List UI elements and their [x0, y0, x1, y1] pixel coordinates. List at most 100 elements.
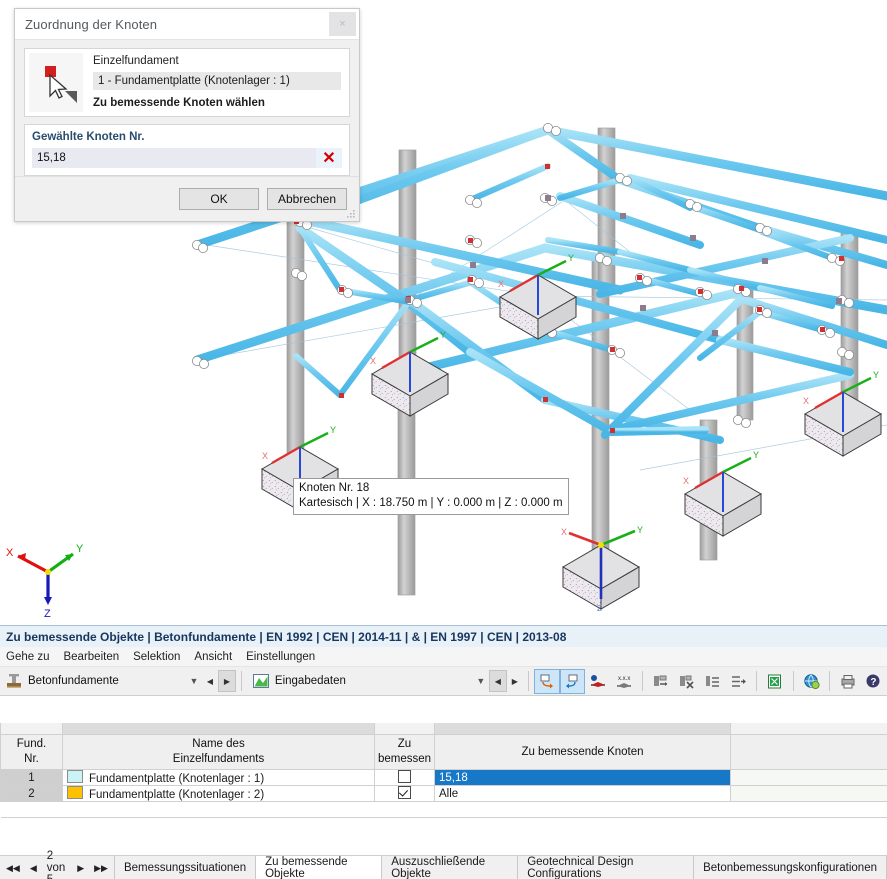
- band-cell-3: [434, 723, 731, 735]
- svg-text:Y: Y: [873, 370, 879, 380]
- panel-toolbar[interactable]: Betonfundamente ▼ ◀ ▶ Eingabedaten ▼ ◀ ▶: [0, 667, 887, 696]
- insert-after-icon[interactable]: [725, 669, 751, 694]
- design-objects-panel: Zu bemessende Objekte | Betonfundamente …: [0, 625, 887, 879]
- close-icon[interactable]: ×: [329, 12, 356, 36]
- toolbar-divider-6: [829, 671, 831, 691]
- empty-cell-3: [434, 801, 731, 818]
- checkbox-unchecked-icon[interactable]: [398, 770, 411, 783]
- panel-title: Zu bemessende Objekte | Betonfundamente …: [0, 626, 887, 647]
- pager-prev-button[interactable]: ◀: [30, 863, 37, 874]
- table-empty-row: [0, 801, 887, 818]
- tab-auszuschliessende-objekte[interactable]: Auszuschließende Objekte: [381, 856, 518, 879]
- import-selection-icon[interactable]: [533, 668, 560, 694]
- checkbox-checked-icon[interactable]: [398, 786, 411, 799]
- table-row[interactable]: 1 Fundamentplatte (Knotenlager : 1) 15,1…: [0, 769, 887, 786]
- empty-cell-2: [374, 801, 435, 818]
- header-knoten[interactable]: Zu bemessende Knoten: [434, 734, 731, 770]
- pager-next-button[interactable]: ▶: [77, 863, 84, 874]
- color-swatch: [67, 786, 83, 799]
- record-pager[interactable]: ◀◀ ◀ 2 von 5 ▶ ▶▶: [0, 850, 114, 879]
- svg-text:X: X: [683, 476, 689, 486]
- clear-selection-icon[interactable]: ✕: [316, 148, 342, 168]
- header-fund-nr[interactable]: Fund. Nr.: [0, 734, 63, 770]
- svg-text:Y: Y: [76, 543, 84, 555]
- design-objects-table[interactable]: Fund. Nr. Name des Einzelfundaments Zu b…: [0, 723, 887, 856]
- insert-row-icon[interactable]: [648, 669, 674, 694]
- help-icon[interactable]: ?: [861, 669, 887, 694]
- header-name-l2: Einzelfundaments: [172, 753, 265, 765]
- toolbar-divider: [240, 671, 242, 691]
- global-axis-indicator: X Y Z: [6, 543, 84, 620]
- row-nodes-cell[interactable]: Alle: [434, 785, 731, 802]
- toolbar-divider-4: [755, 671, 757, 691]
- selected-nodes-row: ✕: [32, 148, 342, 168]
- empty-cell-4: [730, 801, 887, 818]
- module-prev-button[interactable]: ◀: [202, 671, 218, 691]
- tab-bemessungssituationen[interactable]: Bemessungssituationen: [113, 856, 256, 879]
- tab-geotechnical-design-configurations[interactable]: Geotechnical Design Configurations: [517, 856, 694, 879]
- toolbar-divider-2: [527, 671, 529, 691]
- table-row[interactable]: 2 Fundamentplatte (Knotenlager : 2) Alle: [0, 785, 887, 802]
- menu-selektion[interactable]: Selektion: [133, 651, 180, 663]
- band-cell-2: [374, 723, 435, 735]
- node-info-tooltip: Knoten Nr. 18 Kartesisch | X : 18.750 m …: [293, 478, 569, 515]
- node-assignment-dialog[interactable]: Zuordnung der Knoten × Einzelfundament 1…: [14, 8, 360, 222]
- row-number: 1: [0, 769, 63, 786]
- view-result-icon[interactable]: [585, 669, 611, 694]
- table-band-row: [0, 723, 887, 735]
- xxx-values-icon[interactable]: x.x.x: [611, 669, 637, 694]
- cancel-button[interactable]: Abbrechen: [267, 188, 347, 210]
- module-next-button[interactable]: ▶: [217, 670, 236, 692]
- view-combo[interactable]: Eingabedaten ▼ ◀ ▶: [246, 670, 523, 692]
- row-design-checkbox-cell[interactable]: [374, 785, 435, 802]
- view-next-button[interactable]: ▶: [507, 671, 523, 691]
- tab-zu-bemessende-objekte[interactable]: Zu bemessende Objekte: [255, 856, 382, 879]
- header-fund-nr-l2: Nr.: [24, 753, 39, 765]
- header-zu-bemessen-l2: bemessen: [377, 753, 432, 765]
- export-excel-icon[interactable]: [762, 669, 788, 694]
- svg-text:X: X: [6, 547, 14, 559]
- tab-betonbemessungskonfigurationen[interactable]: Betonbemessungskonfigurationen: [693, 856, 886, 879]
- svg-text:Z: Z: [44, 608, 51, 620]
- row-design-checkbox-cell[interactable]: [374, 769, 435, 786]
- svg-text:?: ?: [870, 677, 876, 688]
- module-combo[interactable]: Betonfundamente ▼ ◀ ▶: [0, 670, 236, 692]
- menu-ansicht[interactable]: Ansicht: [194, 651, 232, 663]
- header-spare[interactable]: [730, 734, 887, 770]
- table-header-row: Fund. Nr. Name des Einzelfundaments Zu b…: [0, 734, 887, 770]
- row-name-cell[interactable]: Fundamentplatte (Knotenlager : 1): [62, 769, 375, 786]
- globe-icon[interactable]: [799, 669, 825, 694]
- selected-nodes-input[interactable]: [32, 148, 316, 168]
- selected-nodes-group: Gewählte Knoten Nr. ✕: [24, 124, 350, 176]
- row-name-cell[interactable]: Fundamentplatte (Knotenlager : 2): [62, 785, 375, 802]
- svg-text:x.x.x: x.x.x: [618, 676, 630, 682]
- menu-gehe-zu[interactable]: Gehe zu: [6, 651, 49, 663]
- band-cell-1: [62, 723, 375, 735]
- menu-bearbeiten[interactable]: Bearbeiten: [63, 651, 119, 663]
- menu-einstellungen[interactable]: Einstellungen: [246, 651, 315, 663]
- bottom-tabstrip[interactable]: ◀◀ ◀ 2 von 5 ▶ ▶▶ Bemessungssituationen …: [0, 850, 887, 879]
- pager-last-button[interactable]: ▶▶: [94, 863, 108, 874]
- resize-grip-icon[interactable]: [347, 210, 356, 219]
- export-selection-icon[interactable]: [559, 668, 586, 694]
- foundation-pick-thumbnail: [29, 53, 83, 112]
- ok-button[interactable]: OK: [179, 188, 259, 210]
- pager-first-button[interactable]: ◀◀: [6, 863, 20, 874]
- row-nodes-cell-selected[interactable]: 15,18: [434, 769, 731, 786]
- band-cell-0: [0, 723, 63, 735]
- insert-before-icon[interactable]: [699, 669, 725, 694]
- header-zu-bemessen[interactable]: Zu bemessen: [374, 734, 435, 770]
- color-swatch: [67, 770, 83, 783]
- chevron-down-icon[interactable]: ▼: [186, 676, 202, 686]
- delete-row-icon[interactable]: [674, 669, 700, 694]
- panel-menubar[interactable]: Gehe zu Bearbeiten Selektion Ansicht Ein…: [0, 647, 887, 667]
- chevron-down-icon-2[interactable]: ▼: [473, 676, 489, 686]
- header-name[interactable]: Name des Einzelfundaments: [62, 734, 375, 770]
- view-prev-button[interactable]: ◀: [488, 670, 507, 692]
- print-icon[interactable]: [835, 669, 861, 694]
- view-combo-value: Eingabedaten: [274, 675, 346, 687]
- selected-nodes-label: Gewählte Knoten Nr.: [32, 131, 145, 143]
- input-data-icon: [252, 674, 269, 688]
- dialog-title: Zuordnung der Knoten: [25, 16, 158, 32]
- foundation-selected-value[interactable]: 1 - Fundamentplatte (Knotenlager : 1): [93, 72, 341, 90]
